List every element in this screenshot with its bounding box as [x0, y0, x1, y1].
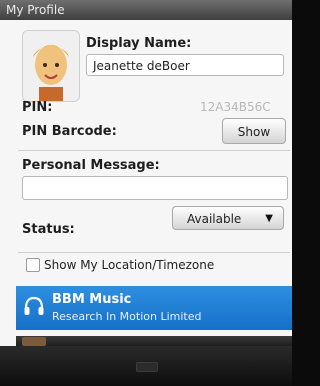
list-item-bbm-music[interactable]: BBM Music Research In Motion Limited: [16, 286, 292, 330]
list-item-subtitle: Research In Motion Limited: [52, 310, 202, 323]
screen: My Profile Display Name: Jeanette deBoer…: [0, 0, 292, 386]
headphones-icon: [24, 296, 44, 315]
divider: [18, 150, 290, 151]
list-item-thumbnail: [22, 337, 46, 346]
status-label: Status:: [22, 222, 75, 237]
personal-message-label: Personal Message:: [22, 158, 160, 173]
personal-message-field[interactable]: [22, 176, 288, 200]
menu-handle-icon[interactable]: [136, 362, 158, 372]
divider: [18, 252, 290, 253]
list-item-title: BBM Music: [52, 292, 132, 307]
show-location-checkbox[interactable]: [26, 258, 40, 272]
pin-label: PIN:: [22, 100, 53, 115]
status-dropdown[interactable]: Available ▼: [172, 206, 284, 230]
pin-barcode-label: PIN Barcode:: [22, 124, 117, 139]
display-name-label: Display Name:: [86, 36, 192, 51]
avatar-image: [23, 31, 79, 101]
profile-avatar[interactable]: [22, 30, 80, 102]
pin-value: 12A34B56C: [200, 100, 271, 114]
show-location-label[interactable]: Show My Location/Timezone: [44, 258, 214, 272]
window-title-bar: My Profile: [0, 0, 292, 20]
window-title: My Profile: [6, 3, 65, 17]
chevron-down-icon: ▼: [265, 213, 273, 224]
list-item-partial[interactable]: [16, 336, 292, 346]
profile-content: Display Name: Jeanette deBoer PIN: 12A34…: [0, 20, 292, 346]
display-name-field[interactable]: Jeanette deBoer: [86, 54, 284, 76]
show-barcode-button[interactable]: Show: [222, 118, 286, 144]
bottom-bar: [0, 346, 292, 386]
status-selected-value: Available: [187, 212, 242, 226]
